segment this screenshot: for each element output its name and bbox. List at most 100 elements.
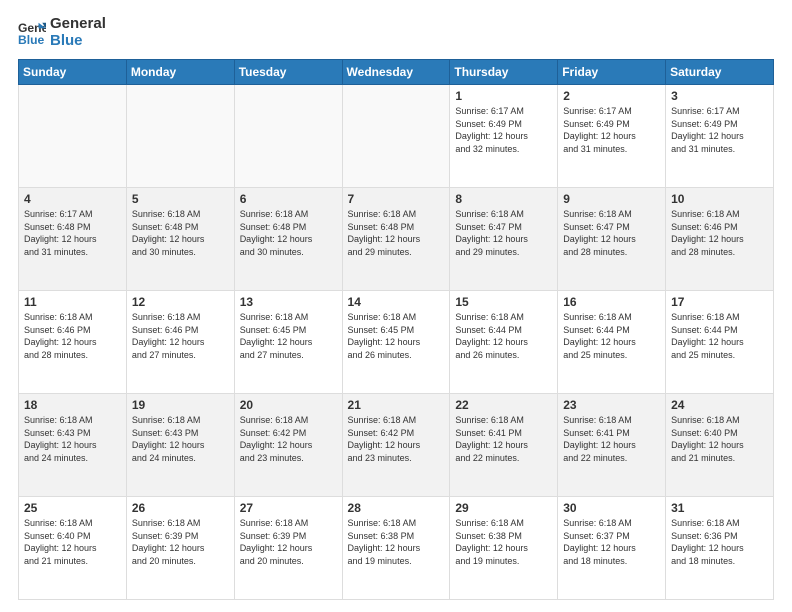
day-info: Sunrise: 6:18 AM Sunset: 6:37 PM Dayligh… <box>563 517 660 567</box>
calendar-week-row: 11 Sunrise: 6:18 AM Sunset: 6:46 PM Dayli… <box>19 291 774 394</box>
calendar-week-row: 25 Sunrise: 6:18 AM Sunset: 6:40 PM Dayli… <box>19 497 774 600</box>
calendar-cell: 12 Sunrise: 6:18 AM Sunset: 6:46 PM Dayli… <box>126 291 234 394</box>
day-number: 11 <box>24 295 121 309</box>
day-number: 15 <box>455 295 552 309</box>
day-number: 18 <box>24 398 121 412</box>
calendar-cell: 14Sunrise: 6:18 AM Sunset: 6:45 PM Dayli… <box>342 291 450 394</box>
calendar-cell: 15Sunrise: 6:18 AM Sunset: 6:44 PM Dayli… <box>450 291 558 394</box>
calendar-cell: 1 Sunrise: 6:17 AM Sunset: 6:49 PM Daylig… <box>450 85 558 188</box>
day-number: 10 <box>671 192 768 206</box>
day-info: Sunrise: 6:17 AM Sunset: 6:48 PM Dayligh… <box>24 208 121 258</box>
calendar-cell: 6 Sunrise: 6:18 AM Sunset: 6:48 PM Daylig… <box>234 188 342 291</box>
calendar-cell: 24Sunrise: 6:18 AM Sunset: 6:40 PM Dayli… <box>666 394 774 497</box>
calendar-cell: 10 Sunrise: 6:18 AM Sunset: 6:46 PM Dayli… <box>666 188 774 291</box>
calendar-cell: 16 Sunrise: 6:18 AM Sunset: 6:44 PM Dayli… <box>558 291 666 394</box>
day-number: 25 <box>24 501 121 515</box>
day-info: Sunrise: 6:18 AM Sunset: 6:38 PM Dayligh… <box>455 517 552 567</box>
calendar-cell: 23Sunrise: 6:18 AM Sunset: 6:41 PM Dayli… <box>558 394 666 497</box>
calendar-cell: 19 Sunrise: 6:18 AM Sunset: 6:43 PM Dayli… <box>126 394 234 497</box>
day-number: 1 <box>455 89 552 103</box>
calendar-cell: 28 Sunrise: 6:18 AM Sunset: 6:38 PM Dayli… <box>342 497 450 600</box>
day-number: 2 <box>563 89 660 103</box>
day-info: Sunrise: 6:18 AM Sunset: 6:48 PM Dayligh… <box>132 208 229 258</box>
day-info: Sunrise: 6:18 AM Sunset: 6:46 PM Dayligh… <box>671 208 768 258</box>
day-info: Sunrise: 6:18 AM Sunset: 6:43 PM Dayligh… <box>132 414 229 464</box>
day-info: Sunrise: 6:18 AM Sunset: 6:43 PM Dayligh… <box>24 414 121 464</box>
calendar-cell <box>126 85 234 188</box>
day-info: Sunrise: 6:18 AM Sunset: 6:47 PM Dayligh… <box>455 208 552 258</box>
weekday-header-tuesday: Tuesday <box>234 60 342 85</box>
day-info: Sunrise: 6:17 AM Sunset: 6:49 PM Dayligh… <box>563 105 660 155</box>
day-info: Sunrise: 6:18 AM Sunset: 6:47 PM Dayligh… <box>563 208 660 258</box>
calendar-cell: 2 Sunrise: 6:17 AM Sunset: 6:49 PM Daylig… <box>558 85 666 188</box>
calendar-cell: 21 Sunrise: 6:18 AM Sunset: 6:42 PM Dayli… <box>342 394 450 497</box>
weekday-header-sunday: Sunday <box>19 60 127 85</box>
day-info: Sunrise: 6:18 AM Sunset: 6:39 PM Dayligh… <box>240 517 337 567</box>
day-number: 3 <box>671 89 768 103</box>
calendar-cell: 31Sunrise: 6:18 AM Sunset: 6:36 PM Dayli… <box>666 497 774 600</box>
svg-text:Blue: Blue <box>18 33 45 47</box>
page: General Blue General Blue SundayMondayTu… <box>0 0 792 612</box>
calendar-cell <box>19 85 127 188</box>
day-info: Sunrise: 6:18 AM Sunset: 6:42 PM Dayligh… <box>240 414 337 464</box>
day-info: Sunrise: 6:18 AM Sunset: 6:45 PM Dayligh… <box>240 311 337 361</box>
calendar-cell <box>342 85 450 188</box>
day-info: Sunrise: 6:18 AM Sunset: 6:46 PM Dayligh… <box>132 311 229 361</box>
day-info: Sunrise: 6:18 AM Sunset: 6:36 PM Dayligh… <box>671 517 768 567</box>
day-info: Sunrise: 6:18 AM Sunset: 6:38 PM Dayligh… <box>348 517 445 567</box>
calendar-table: SundayMondayTuesdayWednesdayThursdayFrid… <box>18 59 774 600</box>
day-number: 9 <box>563 192 660 206</box>
calendar-cell: 29 Sunrise: 6:18 AM Sunset: 6:38 PM Dayli… <box>450 497 558 600</box>
day-info: Sunrise: 6:18 AM Sunset: 6:40 PM Dayligh… <box>24 517 121 567</box>
logo-icon: General Blue <box>18 19 46 47</box>
calendar-cell: 27 Sunrise: 6:18 AM Sunset: 6:39 PM Dayli… <box>234 497 342 600</box>
day-number: 27 <box>240 501 337 515</box>
day-number: 29 <box>455 501 552 515</box>
day-info: Sunrise: 6:17 AM Sunset: 6:49 PM Dayligh… <box>455 105 552 155</box>
day-number: 17 <box>671 295 768 309</box>
day-info: Sunrise: 6:18 AM Sunset: 6:39 PM Dayligh… <box>132 517 229 567</box>
weekday-header-saturday: Saturday <box>666 60 774 85</box>
day-number: 20 <box>240 398 337 412</box>
calendar-cell: 11 Sunrise: 6:18 AM Sunset: 6:46 PM Dayli… <box>19 291 127 394</box>
day-number: 14 <box>348 295 445 309</box>
day-number: 19 <box>132 398 229 412</box>
logo-general: General <box>50 16 106 33</box>
day-info: Sunrise: 6:18 AM Sunset: 6:44 PM Dayligh… <box>563 311 660 361</box>
day-number: 12 <box>132 295 229 309</box>
day-number: 28 <box>348 501 445 515</box>
day-number: 21 <box>348 398 445 412</box>
day-number: 7 <box>348 192 445 206</box>
day-number: 30 <box>563 501 660 515</box>
day-info: Sunrise: 6:18 AM Sunset: 6:48 PM Dayligh… <box>348 208 445 258</box>
weekday-header-friday: Friday <box>558 60 666 85</box>
calendar-week-row: 1 Sunrise: 6:17 AM Sunset: 6:49 PM Daylig… <box>19 85 774 188</box>
day-number: 26 <box>132 501 229 515</box>
logo: General Blue General Blue <box>18 16 106 49</box>
day-info: Sunrise: 6:18 AM Sunset: 6:41 PM Dayligh… <box>455 414 552 464</box>
calendar-cell: 8 Sunrise: 6:18 AM Sunset: 6:47 PM Daylig… <box>450 188 558 291</box>
day-number: 8 <box>455 192 552 206</box>
calendar-week-row: 18 Sunrise: 6:18 AM Sunset: 6:43 PM Dayli… <box>19 394 774 497</box>
day-number: 23 <box>563 398 660 412</box>
calendar-cell: 4Sunrise: 6:17 AM Sunset: 6:48 PM Daylig… <box>19 188 127 291</box>
header: General Blue General Blue <box>18 16 774 49</box>
day-info: Sunrise: 6:18 AM Sunset: 6:42 PM Dayligh… <box>348 414 445 464</box>
calendar-cell: 18 Sunrise: 6:18 AM Sunset: 6:43 PM Dayli… <box>19 394 127 497</box>
calendar-cell: 9 Sunrise: 6:18 AM Sunset: 6:47 PM Daylig… <box>558 188 666 291</box>
weekday-header-wednesday: Wednesday <box>342 60 450 85</box>
calendar-cell: 22 Sunrise: 6:18 AM Sunset: 6:41 PM Dayli… <box>450 394 558 497</box>
calendar-cell: 13Sunrise: 6:18 AM Sunset: 6:45 PM Dayli… <box>234 291 342 394</box>
calendar-cell: 17Sunrise: 6:18 AM Sunset: 6:44 PM Dayli… <box>666 291 774 394</box>
day-info: Sunrise: 6:18 AM Sunset: 6:46 PM Dayligh… <box>24 311 121 361</box>
day-info: Sunrise: 6:18 AM Sunset: 6:48 PM Dayligh… <box>240 208 337 258</box>
day-number: 5 <box>132 192 229 206</box>
day-info: Sunrise: 6:17 AM Sunset: 6:49 PM Dayligh… <box>671 105 768 155</box>
calendar-cell: 3 Sunrise: 6:17 AM Sunset: 6:49 PM Daylig… <box>666 85 774 188</box>
calendar-cell: 26 Sunrise: 6:18 AM Sunset: 6:39 PM Dayli… <box>126 497 234 600</box>
day-number: 6 <box>240 192 337 206</box>
day-number: 16 <box>563 295 660 309</box>
calendar-cell: 5 Sunrise: 6:18 AM Sunset: 6:48 PM Daylig… <box>126 188 234 291</box>
day-number: 22 <box>455 398 552 412</box>
day-number: 24 <box>671 398 768 412</box>
